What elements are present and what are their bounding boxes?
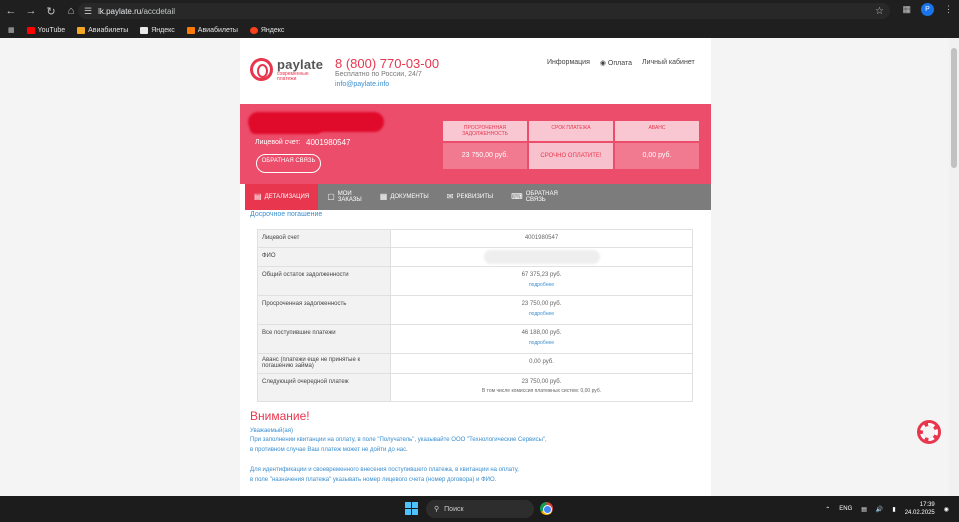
table-row: ФИО <box>257 247 693 267</box>
warning-title: Внимание! <box>250 409 310 423</box>
details-link[interactable]: подробнее <box>391 282 692 288</box>
details-link[interactable]: подробнее <box>391 340 692 346</box>
bookmark-star-icon[interactable]: ☆ <box>875 6 884 17</box>
tab-details[interactable]: ▤ ДЕТАЛИЗАЦИЯ <box>245 184 319 210</box>
warning-line: в поле "назначения платежа" указывать но… <box>250 477 497 483</box>
plane-icon <box>77 26 86 34</box>
battery-icon[interactable]: ▮ <box>892 506 895 513</box>
address-bar[interactable]: ☰ lk.paylate.ru/accdetail ☆ <box>78 3 890 19</box>
logo-slogan: современные платежи <box>277 71 309 82</box>
chrome-taskbar-icon[interactable] <box>540 502 553 515</box>
network-icon[interactable]: ▤ <box>861 506 867 513</box>
bookmark-aviabilety-2[interactable]: Авиабилеты <box>186 26 238 34</box>
bookmark-yandex-2[interactable]: Яндекс <box>249 26 284 34</box>
wallet-icon: ◉ <box>599 60 608 67</box>
warning-line: в противном случае Ваш платеж может не д… <box>250 447 408 453</box>
overdue-value: 23 750,00 руб. <box>443 143 527 169</box>
nav-info[interactable]: Информация <box>547 59 590 67</box>
menu-icon[interactable]: ⋮ <box>944 4 953 15</box>
page-scrollbar[interactable] <box>949 38 959 496</box>
details-link[interactable]: подробнее <box>391 311 692 317</box>
redacted-fio <box>483 250 600 264</box>
chat-icon: ⌨ <box>511 192 523 201</box>
warning-line: Уважаемый(ая) <box>250 428 293 434</box>
account-tabs: ▤ ДЕТАЛИЗАЦИЯ ▢ МОИ ЗАКАЗЫ ▦ ДОКУМЕНТЫ ✉ РЕК… <box>245 184 711 210</box>
phone-number[interactable]: 8 (800) 770-03-00 <box>335 56 439 71</box>
bookmark-yandex-1[interactable]: Яндекс <box>140 26 175 34</box>
table-row: Просроченная задолженность 23 750,00 руб… <box>257 295 693 325</box>
back-icon[interactable]: ← <box>2 2 20 20</box>
search-icon: ⚲ <box>434 506 440 513</box>
table-row: Все поступившие платежи 46 188,00 руб. по… <box>257 324 693 354</box>
volume-icon[interactable]: 🔊 <box>876 506 883 513</box>
bookmark-aviabilety-1[interactable]: Авиабилеты <box>77 26 128 34</box>
account-number: 4001980547 <box>306 138 351 147</box>
tab-documents[interactable]: ▦ ДОКУМЕНТЫ <box>371 184 438 210</box>
document-icon: ▦ <box>379 192 388 201</box>
feedback-button[interactable]: ОБРАТНАЯ СВЯЗЬ <box>256 154 321 173</box>
youtube-icon <box>26 26 35 34</box>
early-repayment-link[interactable]: Досрочное погашение <box>250 211 322 218</box>
url-text: lk.paylate.ru/accdetail <box>98 6 176 16</box>
system-tray: ⌃ ENG ▤ 🔊 ▮ 17:39 24.02.2025 ◉ <box>825 496 949 522</box>
due-date-card: СРОК ПЛАТЕЖА СРОЧНО ОПЛАТИТЕ! <box>529 121 613 169</box>
table-row: Лицевой счет 4001980547 <box>257 229 693 248</box>
advance-value: 0,00 руб. <box>615 143 699 169</box>
mail-icon: ✉ <box>446 192 454 201</box>
scrollbar-thumb[interactable] <box>951 48 957 168</box>
language-indicator[interactable]: ENG <box>839 506 852 512</box>
email-link[interactable]: info@paylate.info <box>335 81 389 88</box>
page-container: paylate современные платежи 8 (800) 770-… <box>240 38 711 496</box>
advance-card: АВАНС 0,00 руб. <box>615 121 699 169</box>
yandex-icon <box>140 26 149 34</box>
warning-line: Для идентификации и своевременного внесе… <box>250 467 519 473</box>
clock[interactable]: 17:39 24.02.2025 <box>905 501 935 517</box>
paylate-logo-icon <box>250 58 273 81</box>
table-row: Общий остаток задолженности 67 375,23 ру… <box>257 266 693 296</box>
overdue-card: ПРОСРОЧЕННАЯ ЗАДОЛЖЕННОСТЬ 23 750,00 руб… <box>443 121 527 169</box>
forward-icon[interactable]: → <box>22 2 40 20</box>
site-info-icon[interactable]: ☰ <box>84 6 92 17</box>
tab-orders[interactable]: ▢ МОИ ЗАКАЗЫ <box>318 184 371 210</box>
due-date-value: СРОЧНО ОПЛАТИТЕ! <box>529 143 613 169</box>
account-details-table: Лицевой счет 4001980547 ФИО Общий остато… <box>257 229 693 402</box>
tab-requisites[interactable]: ✉ РЕКВИЗИТЫ <box>438 184 502 210</box>
profile-avatar[interactable]: P <box>921 3 934 16</box>
bookmark-youtube[interactable]: YouTube <box>26 26 65 34</box>
free-call-text: Бесплатно по России, 24/7 <box>335 71 422 78</box>
support-lifebuoy-icon[interactable] <box>917 420 941 444</box>
reload-icon[interactable]: ↻ <box>42 2 60 20</box>
yandex-logo-icon <box>249 26 258 34</box>
logo-name: paylate <box>277 57 324 72</box>
browser-toolbar: ← → ↻ ⌂ ☰ lk.paylate.ru/accdetail ☆ ▦ P … <box>0 0 959 22</box>
taskbar-search[interactable]: ⚲ Поиск <box>426 500 534 518</box>
windows-taskbar: ⚲ Поиск ⌃ ENG ▤ 🔊 ▮ 17:39 24.02.2025 ◉ <box>0 496 959 522</box>
detail-icon: ▤ <box>254 192 262 201</box>
warning-line: При заполнении квитанции на оплату, в по… <box>250 437 547 443</box>
account-summary-panel: Лицевой счет: 4001980547 ОБРАТНАЯ СВЯЗЬ … <box>240 104 711 184</box>
bookmarks-bar: ▦ YouTube Авиабилеты Яндекс Авиабилеты Я… <box>0 22 959 38</box>
account-label: Лицевой счет: <box>255 139 301 146</box>
extensions-icon[interactable]: ▦ <box>902 4 911 15</box>
apps-icon[interactable]: ▦ <box>8 26 15 34</box>
windows-start-icon[interactable] <box>405 502 418 515</box>
box-icon: ▢ <box>327 192 335 201</box>
top-nav: Информация ◉ Оплата Личный кабинет <box>547 59 695 67</box>
tray-chevron-icon[interactable]: ⌃ <box>825 506 830 513</box>
table-row: Аванс (платежи еще не принятые к погашен… <box>257 353 693 374</box>
web-page: paylate современные платежи 8 (800) 770-… <box>0 38 959 496</box>
redacted-name-part <box>250 124 322 134</box>
nav-cabinet[interactable]: Личный кабинет <box>642 59 695 67</box>
table-row: Следующий очередной платеж 23 750,00 руб… <box>257 373 693 402</box>
notification-icon[interactable]: ◉ <box>944 506 949 513</box>
tab-feedback[interactable]: ⌨ ОБРАТНАЯ СВЯЗЬ <box>502 184 565 210</box>
nav-payment[interactable]: ◉ Оплата <box>600 59 632 67</box>
ticket-icon <box>186 26 195 34</box>
paylate-logo[interactable]: paylate современные платежи <box>250 57 323 82</box>
